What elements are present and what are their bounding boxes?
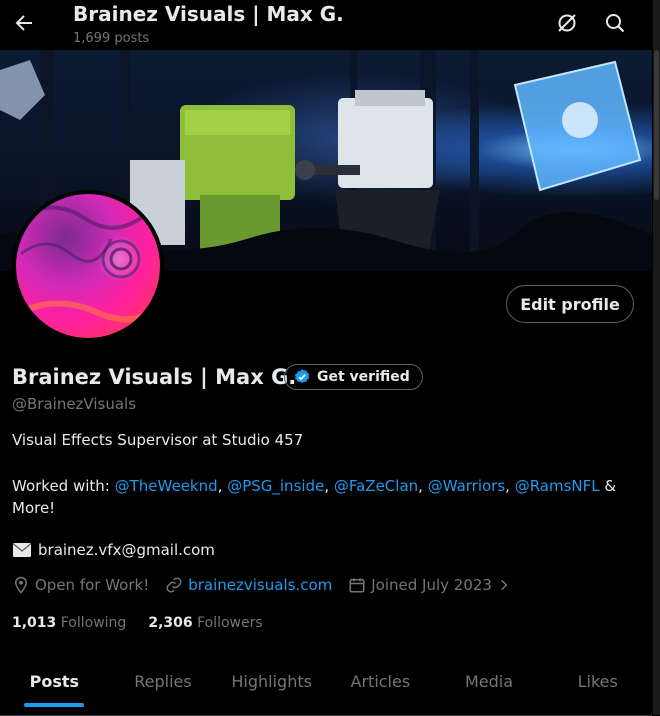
avatar-swirl-art bbox=[16, 205, 160, 323]
joined-item[interactable]: Joined July 2023 bbox=[348, 576, 511, 594]
followers-count: 2,306 bbox=[148, 615, 193, 631]
mention-link[interactable]: @FaZeClan bbox=[334, 477, 418, 495]
joined-text: Joined July 2023 bbox=[371, 576, 492, 594]
tab-label: Highlights bbox=[231, 671, 312, 691]
tab-replies[interactable]: Replies bbox=[109, 655, 218, 707]
website-item: brainezvisuals.com bbox=[165, 576, 332, 594]
chevron-right-icon bbox=[501, 579, 508, 591]
user-handle: @BrainezVisuals bbox=[12, 395, 137, 413]
mention-link[interactable]: @RamsNFL bbox=[515, 477, 600, 495]
bio-collaborators: Worked with: @TheWeeknd, @PSG_inside, @F… bbox=[12, 475, 640, 519]
separator: , bbox=[418, 477, 428, 495]
mention-link[interactable]: @Warriors bbox=[428, 477, 505, 495]
tab-label: Posts bbox=[29, 671, 80, 691]
scrollbar[interactable] bbox=[653, 0, 660, 715]
following-label: Following bbox=[60, 615, 127, 631]
following-count: 1,013 bbox=[12, 615, 57, 631]
followers-link[interactable]: 2,306 Followers bbox=[148, 615, 262, 631]
tab-articles[interactable]: Articles bbox=[326, 655, 435, 707]
separator: , bbox=[324, 477, 334, 495]
verified-badge-icon bbox=[294, 369, 310, 384]
display-name: Brainez Visuals | Max G. bbox=[12, 365, 297, 389]
circle-slash-icon[interactable] bbox=[555, 11, 579, 35]
location-item: Open for Work! bbox=[12, 576, 149, 594]
website-link[interactable]: brainezvisuals.com bbox=[188, 576, 332, 594]
envelope-icon bbox=[13, 543, 31, 557]
tab-likes[interactable]: Likes bbox=[543, 655, 652, 707]
tab-label: Replies bbox=[134, 671, 192, 691]
page-title: Brainez Visuals | Max G. bbox=[73, 2, 344, 26]
tab-label: Likes bbox=[577, 671, 618, 691]
followers-label: Followers bbox=[197, 615, 263, 631]
get-verified-label: Get verified bbox=[317, 369, 410, 385]
tab-label: Articles bbox=[350, 671, 411, 691]
search-icon[interactable] bbox=[603, 11, 627, 35]
contact-email: brainez.vfx@gmail.com bbox=[12, 541, 215, 559]
link-icon bbox=[166, 577, 182, 593]
calendar-icon bbox=[349, 578, 365, 593]
active-tab-indicator bbox=[24, 703, 85, 707]
separator: , bbox=[505, 477, 515, 495]
back-arrow-icon[interactable] bbox=[12, 11, 36, 35]
tab-highlights[interactable]: Highlights bbox=[217, 655, 326, 707]
scrollbar-thumb[interactable] bbox=[654, 50, 659, 200]
post-count: 1,699 posts bbox=[73, 31, 150, 46]
profile-tabs: Posts Replies Highlights Articles Media … bbox=[0, 655, 652, 716]
location-icon bbox=[14, 576, 28, 594]
location-text: Open for Work! bbox=[35, 576, 150, 594]
top-bar: Brainez Visuals | Max G. 1,699 posts bbox=[0, 0, 652, 50]
get-verified-button[interactable]: Get verified bbox=[284, 364, 423, 390]
separator: , bbox=[217, 477, 228, 495]
tab-media[interactable]: Media bbox=[435, 655, 544, 707]
email-text: brainez.vfx@gmail.com bbox=[38, 541, 215, 559]
follow-stats: 1,013 Following 2,306 Followers bbox=[12, 615, 263, 631]
avatar-image bbox=[16, 194, 160, 338]
mention-link[interactable]: @TheWeeknd bbox=[115, 477, 218, 495]
bio-prefix: Worked with: bbox=[12, 477, 115, 495]
bio-line: Visual Effects Supervisor at Studio 457 bbox=[12, 431, 304, 449]
tab-posts[interactable]: Posts bbox=[0, 655, 109, 707]
profile-meta: Open for Work! brainezvisuals.com Joined… bbox=[12, 576, 527, 594]
edit-profile-button[interactable]: Edit profile bbox=[506, 285, 634, 323]
tab-label: Media bbox=[464, 671, 514, 691]
mention-link[interactable]: @PSG_inside bbox=[227, 477, 324, 495]
avatar[interactable] bbox=[12, 190, 164, 342]
following-link[interactable]: 1,013 Following bbox=[12, 615, 126, 631]
